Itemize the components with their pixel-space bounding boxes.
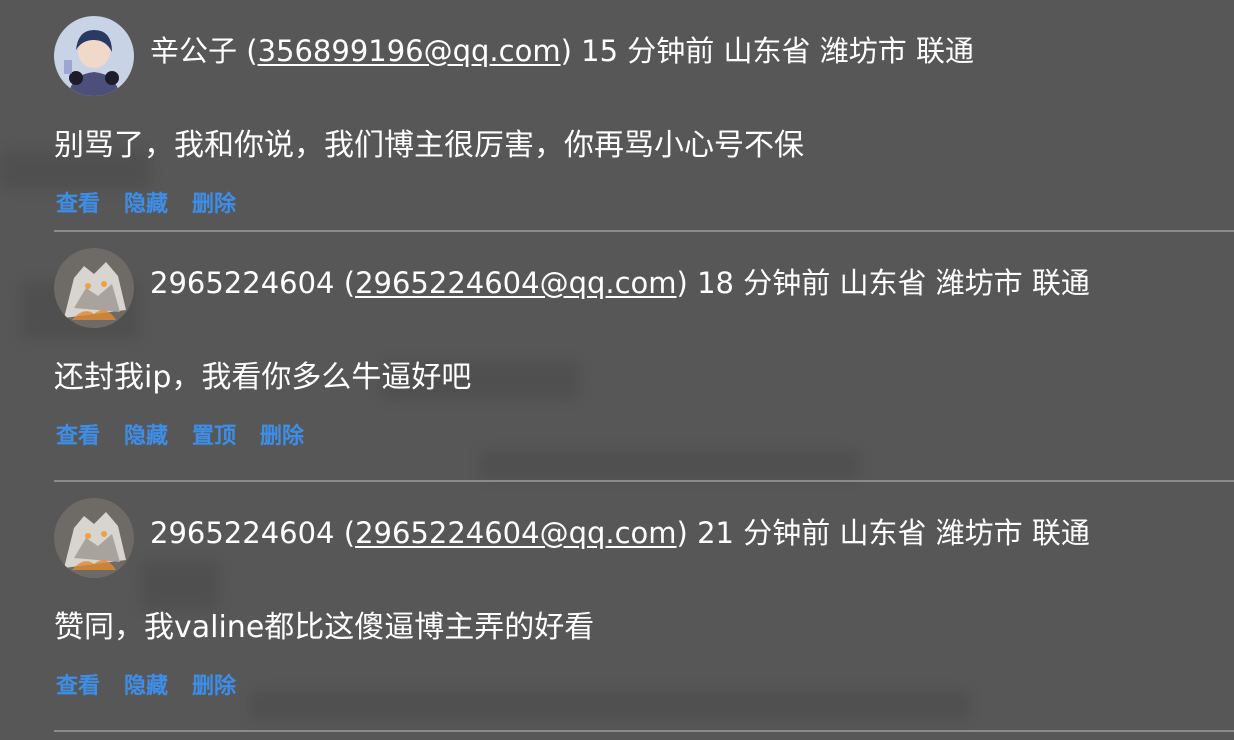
comment-item: 2965224604 (2965224604@qq.com) 18 分钟前 山东… [54, 232, 1234, 482]
hide-button[interactable]: 隐藏 [124, 418, 168, 450]
location-city: 潍坊市 [935, 266, 1023, 300]
comment-meta: 2965224604 (2965224604@qq.com) 21 分钟前 山东… [150, 516, 1090, 550]
comment-item: 辛公子 (356899196@qq.com) 15 分钟前 山东省 潍坊市 联通… [54, 0, 1234, 232]
wolf-avatar-icon [54, 248, 134, 328]
comment-actions: 查看 隐藏 删除 [56, 186, 236, 218]
view-button[interactable]: 查看 [56, 418, 100, 450]
author-email-link[interactable]: 2965224604@qq.com [355, 266, 676, 300]
pin-button[interactable]: 置顶 [192, 418, 236, 450]
view-button[interactable]: 查看 [56, 186, 100, 218]
comment-content: 别骂了，我和你说，我们博主很厉害，你再骂小心号不保 [54, 128, 804, 163]
location-isp: 联通 [1031, 266, 1090, 300]
author-email-link[interactable]: 2965224604@qq.com [355, 516, 676, 550]
delete-button[interactable]: 删除 [192, 668, 236, 700]
hide-button[interactable]: 隐藏 [124, 186, 168, 218]
comment-meta: 辛公子 (356899196@qq.com) 15 分钟前 山东省 潍坊市 联通 [150, 34, 974, 68]
location-city: 潍坊市 [935, 516, 1023, 550]
author-email-link[interactable]: 356899196@qq.com [258, 34, 561, 68]
comment-time: 21 分钟前 [697, 516, 831, 550]
author-name: 2965224604 [150, 266, 335, 300]
hide-button[interactable]: 隐藏 [124, 668, 168, 700]
comment-actions: 查看 隐藏 置顶 删除 [56, 418, 304, 450]
comment-time: 18 分钟前 [697, 266, 831, 300]
wolf-avatar-icon [54, 498, 134, 578]
comment-actions: 查看 隐藏 删除 [56, 668, 236, 700]
location-isp: 联通 [1031, 516, 1090, 550]
comment-content: 还封我ip，我看你多么牛逼好吧 [54, 360, 472, 395]
author-name: 2965224604 [150, 516, 335, 550]
location-province: 山东省 [723, 34, 811, 68]
location-isp: 联通 [915, 34, 974, 68]
delete-button[interactable]: 删除 [192, 186, 236, 218]
location-province: 山东省 [839, 266, 927, 300]
delete-button[interactable]: 删除 [260, 418, 304, 450]
location-province: 山东省 [839, 516, 927, 550]
comment-content: 赞同，我valine都比这傻逼博主弄的好看 [54, 610, 595, 645]
comment-item: 2965224604 (2965224604@qq.com) 21 分钟前 山东… [54, 482, 1234, 732]
comment-meta: 2965224604 (2965224604@qq.com) 18 分钟前 山东… [150, 266, 1090, 300]
comment-list: 辛公子 (356899196@qq.com) 15 分钟前 山东省 潍坊市 联通… [54, 0, 1234, 732]
anime-boy-avatar-icon [54, 16, 134, 96]
comment-time: 15 分钟前 [581, 34, 715, 68]
author-name: 辛公子 [150, 34, 238, 68]
view-button[interactable]: 查看 [56, 668, 100, 700]
location-city: 潍坊市 [819, 34, 907, 68]
